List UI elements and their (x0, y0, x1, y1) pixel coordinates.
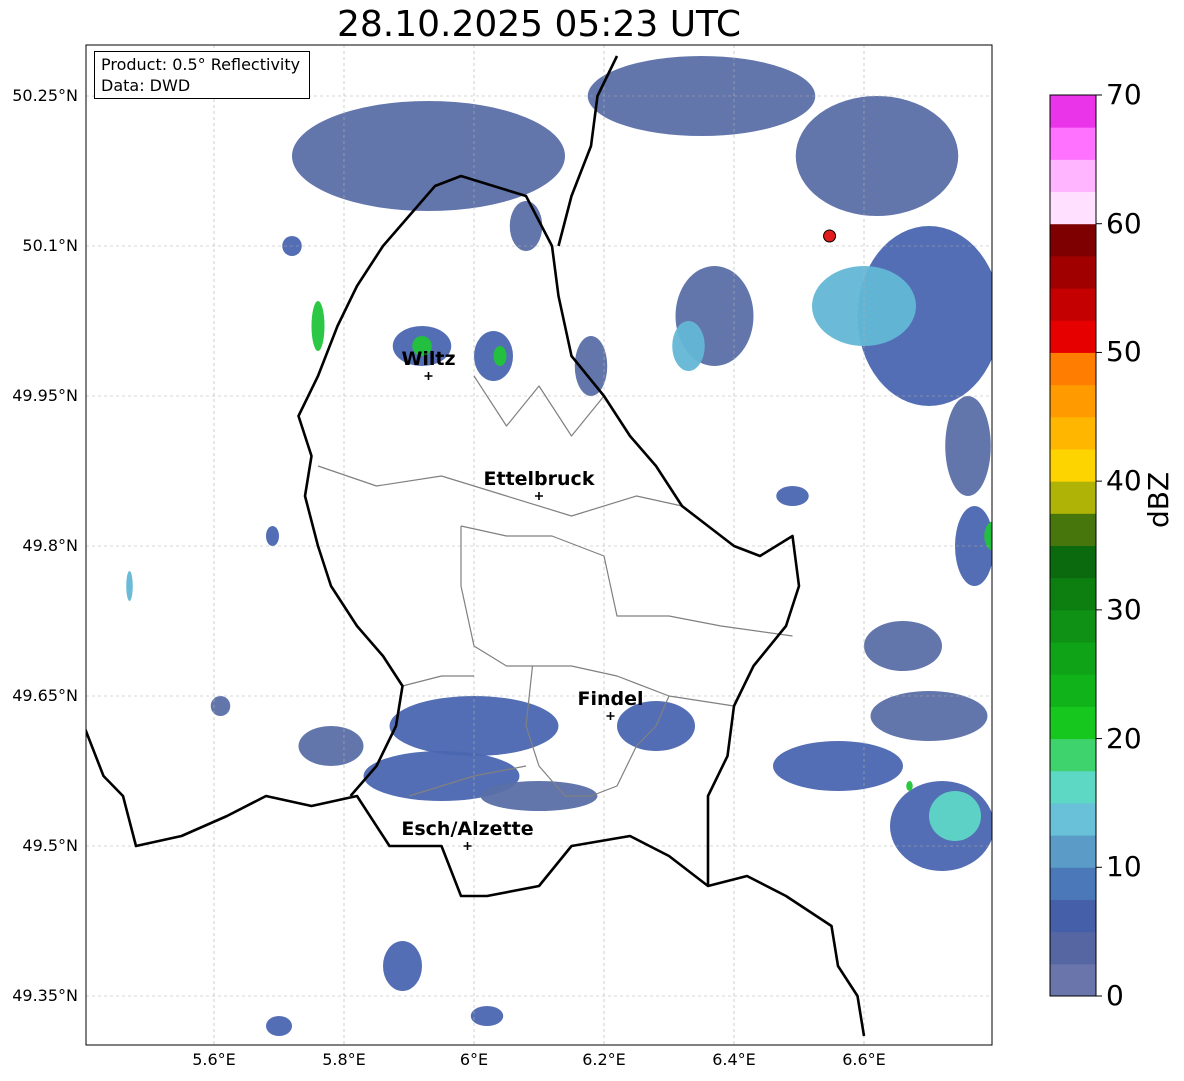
colorbar-tick-label: 20 (1106, 721, 1142, 755)
precip-cell (864, 621, 942, 671)
colorbar-segment (1050, 770, 1096, 804)
colorbar-tick-label: 0 (1106, 979, 1124, 1012)
colorbar-segment (1050, 223, 1096, 257)
precip-cell (776, 486, 809, 506)
city-marker (424, 372, 433, 380)
lat-tick-label: 50.1°N (22, 236, 78, 255)
lon-tick-label: 6.6°E (842, 1050, 886, 1069)
precip-cell (672, 321, 705, 371)
precip-cell (298, 726, 364, 766)
precip-cell (266, 1016, 292, 1036)
colorbar-segment (1050, 320, 1096, 353)
precip-cell (906, 781, 913, 791)
colorbar-tick-label: 30 (1106, 592, 1142, 626)
lon-tick-label: 6.4°E (712, 1050, 756, 1069)
radar-map (85, 44, 1102, 1046)
city-marker (535, 492, 543, 500)
lat-tick-label: 49.35°N (12, 986, 78, 1005)
colorbar-segment (1050, 674, 1096, 707)
precip-cell (929, 791, 981, 841)
colorbar-segment (1050, 802, 1096, 836)
precip-cell (795, 96, 959, 216)
colorbar-segment (1050, 706, 1096, 740)
colorbar-segment (1050, 545, 1096, 579)
cantonal-border (402, 675, 474, 687)
colorbar-segment (1050, 352, 1096, 386)
colorbar-segment (1050, 835, 1096, 868)
city-marker (606, 712, 615, 720)
radar-site-marker (823, 229, 837, 243)
lat-tick-label: 49.5°N (22, 836, 78, 855)
city-label: Wiltz (401, 348, 456, 370)
precip-cell (984, 521, 992, 551)
colorbar-tick-label: 50 (1106, 335, 1142, 369)
colorbar-segment (1050, 609, 1096, 643)
precip-cell (383, 941, 422, 991)
precip-cell (493, 346, 507, 366)
precip-cell (311, 301, 325, 351)
lon-tick-label: 5.6°E (192, 1050, 236, 1069)
product-info-box: Product: 0.5° Reflectivity Data: DWD (94, 51, 310, 99)
lat-tick-label: 49.65°N (12, 686, 78, 705)
colorbar-tick-label: 60 (1106, 206, 1142, 240)
colorbar-segment (1050, 642, 1096, 675)
colorbar-segment (1050, 481, 1096, 514)
precip-cell (509, 201, 543, 251)
colorbar-segment (1050, 191, 1096, 225)
colorbar-unit-label: dBZ (1142, 471, 1175, 528)
precip-cell (126, 571, 133, 601)
colorbar-segment (1050, 931, 1096, 965)
precip-cell (870, 691, 988, 741)
lon-tick-label: 6°E (459, 1050, 489, 1069)
precip-cell (470, 1006, 504, 1026)
lat-tick-label: 50.25°N (12, 86, 78, 105)
colorbar-segment (1050, 963, 1096, 997)
colorbar-segment (1050, 738, 1096, 772)
colorbar-segment (1050, 416, 1096, 450)
city-label: Ettelbruck (483, 468, 595, 490)
city-label: Findel (577, 688, 644, 710)
colorbar-segment (1050, 159, 1096, 193)
colorbar-segment (1050, 899, 1096, 933)
colorbar-segment (1050, 577, 1096, 611)
data-source-label: Data: DWD (101, 76, 191, 95)
colorbar-segment (1050, 867, 1096, 900)
precip-cell (773, 741, 903, 791)
colorbar-segment (1050, 255, 1096, 289)
lat-tick-label: 49.8°N (22, 536, 78, 555)
colorbar-segment (1050, 127, 1096, 160)
colorbar-tick-label: 10 (1106, 850, 1142, 884)
colorbar-tick-label: 70 (1106, 78, 1142, 111)
cantonal-border (460, 525, 793, 637)
colorbar-segment (1050, 448, 1096, 482)
precip-cell (266, 526, 279, 546)
colorbar-segment (1050, 384, 1096, 418)
colorbar-tick-label: 40 (1106, 464, 1142, 498)
precip-cell (210, 696, 231, 716)
city-marker (463, 842, 472, 850)
colorbar-segment (1050, 95, 1096, 128)
lon-tick-label: 6.2°E (582, 1050, 626, 1069)
product-label: Product: 0.5° Reflectivity (101, 55, 301, 74)
colorbar-segment (1050, 513, 1096, 546)
colorbar (1049, 94, 1102, 997)
lon-tick-label: 5.8°E (322, 1050, 366, 1069)
city-label: Esch/Alzette (401, 818, 534, 840)
colorbar-segment (1050, 288, 1096, 321)
lat-tick-label: 49.95°N (12, 386, 78, 405)
precip-cell (945, 396, 991, 496)
